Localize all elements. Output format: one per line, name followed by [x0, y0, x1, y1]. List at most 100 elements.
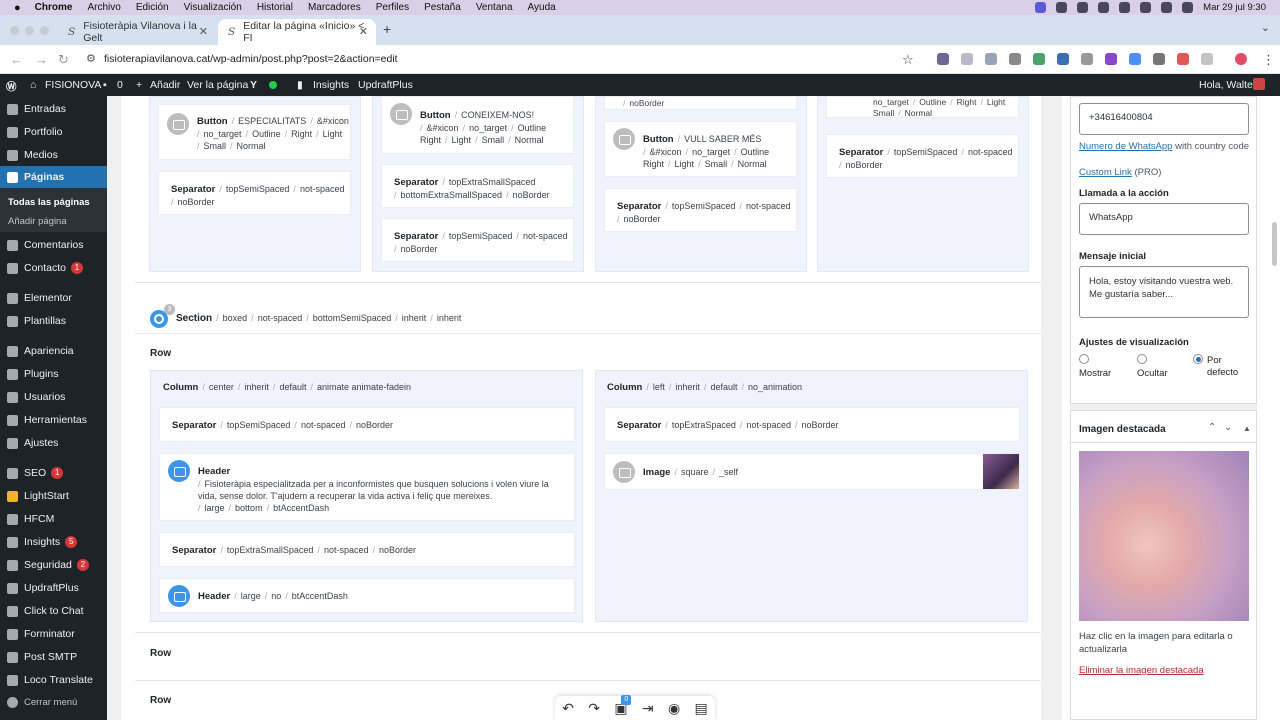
- extension-icon[interactable]: [937, 53, 949, 65]
- element-separator[interactable]: Separator / topExtraSpaced / not-spaced / noBo…: [604, 407, 1020, 442]
- radio-mostrar[interactable]: [1079, 354, 1089, 364]
- element-separator[interactable]: Separator / topSemiSpaced / not-spaced / noBo…: [158, 171, 351, 215]
- clock-icon[interactable]: [1119, 2, 1131, 13]
- extension-icon[interactable]: [1129, 53, 1141, 65]
- menu-perfiles[interactable]: Perfiles: [376, 2, 409, 13]
- element-button[interactable]: no_target / Outline / Right / Light Small / Norm…: [826, 96, 1019, 118]
- extension-icon[interactable]: [1081, 53, 1093, 65]
- greeting[interactable]: Hola, Walter: [1199, 79, 1256, 91]
- sidebar-item-plugins[interactable]: Plugins: [0, 364, 107, 384]
- back-icon[interactable]: ←: [10, 52, 23, 67]
- insights-link[interactable]: Insights: [313, 79, 349, 91]
- featured-image[interactable]: [1079, 451, 1249, 621]
- window-controls[interactable]: [10, 26, 49, 35]
- menu-visualizacion[interactable]: Visualización: [184, 2, 242, 13]
- phone-number-input[interactable]: +34616400804: [1079, 103, 1249, 135]
- element-separator[interactable]: Separator / topExtraSmallSpaced / not-spaced…: [159, 532, 575, 567]
- menu-pestana[interactable]: Pestaña: [424, 2, 461, 13]
- sidebar-item-paginas[interactable]: Páginas: [0, 166, 107, 188]
- row-label[interactable]: Row: [150, 348, 171, 359]
- extension-icon[interactable]: [1033, 53, 1045, 65]
- sidebar-item-medios[interactable]: Medios: [0, 145, 107, 165]
- preview-eye-icon[interactable]: ◉: [668, 700, 680, 717]
- seo-status-dot[interactable]: [269, 81, 277, 89]
- element-image[interactable]: Image / square / _self: [604, 453, 1020, 490]
- home-icon[interactable]: ⌂: [30, 79, 36, 91]
- sidebar-item-contacto[interactable]: Contacto 1: [0, 258, 107, 278]
- extension-icon[interactable]: [1057, 53, 1069, 65]
- add-new-link[interactable]: Añadir: [150, 79, 180, 91]
- reload-icon[interactable]: ↻: [58, 52, 69, 68]
- save-icon[interactable]: ▤: [695, 700, 708, 717]
- new-tab-icon[interactable]: +: [383, 21, 391, 37]
- chevron-down-icon[interactable]: ⌄: [1224, 422, 1232, 433]
- split-icon[interactable]: ⇥: [642, 700, 654, 717]
- sidebar-item-forminator[interactable]: Forminator: [0, 624, 107, 644]
- extension-puzzle-icon[interactable]: [1201, 53, 1213, 65]
- yoast-icon[interactable]: Y: [250, 79, 257, 91]
- bookmark-star-icon[interactable]: ☆: [902, 52, 914, 68]
- submenu-all-pages[interactable]: Todas las páginas: [8, 197, 90, 208]
- sidebar-collapse[interactable]: Cerrar menú: [0, 692, 107, 712]
- bluetooth-icon[interactable]: [1098, 2, 1110, 13]
- custom-link[interactable]: Custom Link: [1079, 167, 1132, 178]
- sidebar-item-insights[interactable]: Insights 5: [0, 532, 107, 552]
- column[interactable]: [817, 96, 1029, 272]
- tab-editor[interactable]: S Editar la página «Inicio» < FI ✕: [218, 19, 376, 45]
- comments-count[interactable]: 0: [117, 79, 123, 91]
- sidebar-item-hfcm[interactable]: HFCM: [0, 509, 107, 529]
- page-scrollbar[interactable]: [1272, 222, 1277, 266]
- menu-ayuda[interactable]: Ayuda: [528, 2, 556, 13]
- extension-icon[interactable]: [1009, 53, 1021, 65]
- status-icon[interactable]: [1056, 2, 1068, 13]
- screen-record-icon[interactable]: [1035, 2, 1047, 13]
- sidebar-item-herramientas[interactable]: Herramientas: [0, 410, 107, 430]
- radio-ocultar[interactable]: [1137, 354, 1147, 364]
- extension-icon[interactable]: [1177, 53, 1189, 65]
- element-separator[interactable]: / noBorder: [604, 96, 797, 110]
- menu-edicion[interactable]: Edición: [136, 2, 169, 13]
- extension-icon[interactable]: [1105, 53, 1117, 65]
- tab-site[interactable]: S Fisioteràpia Vilanova i la Gelt ✕: [58, 19, 216, 45]
- extension-icon[interactable]: [961, 53, 973, 65]
- image-thumbnail[interactable]: [983, 454, 1019, 489]
- sidebar-item-loco-translate[interactable]: Loco Translate: [0, 670, 107, 690]
- clipboard-icon[interactable]: ▣ 0: [614, 694, 632, 717]
- forward-icon[interactable]: →: [35, 52, 48, 67]
- row-label[interactable]: Row: [150, 695, 171, 706]
- toggle-panel-icon[interactable]: ▲: [1243, 424, 1251, 433]
- status-icon[interactable]: [1077, 2, 1089, 13]
- sidebar-item-ajustes[interactable]: Ajustes: [0, 433, 107, 453]
- apple-icon[interactable]: ●: [14, 2, 21, 14]
- plus-icon[interactable]: +: [136, 79, 142, 91]
- sidebar-item-seo[interactable]: SEO 1: [0, 463, 107, 483]
- initial-message-textarea[interactable]: Hola, estoy visitando vuestra web. Me gu…: [1079, 266, 1249, 318]
- wordpress-logo-icon[interactable]: Ⓦ: [6, 79, 17, 94]
- sidebar-item-usuarios[interactable]: Usuarios: [0, 387, 107, 407]
- insights-icon[interactable]: ▮: [297, 79, 303, 91]
- element-separator[interactable]: Separator / topSemiSpaced / not-spaced / noBo…: [826, 134, 1019, 178]
- submenu-add-page[interactable]: Añadir página: [8, 216, 67, 227]
- sidebar-item-comentarios[interactable]: Comentarios: [0, 235, 107, 255]
- element-separator[interactable]: Separator / topExtraSmallSpaced / bottomExt…: [381, 164, 574, 208]
- row-label[interactable]: Row: [150, 648, 171, 659]
- menu-historial[interactable]: Historial: [257, 2, 293, 13]
- menu-marcadores[interactable]: Marcadores: [308, 2, 361, 13]
- section-header[interactable]: Section / boxed / not-spaced / bottomSemiSpace…: [176, 313, 461, 324]
- element-button[interactable]: Button / VULL SABER MÉS / &#xicon / no_target…: [604, 121, 797, 177]
- extension-icon[interactable]: [985, 53, 997, 65]
- menu-archivo[interactable]: Archivo: [87, 2, 120, 13]
- sidebar-item-apariencia[interactable]: Apariencia: [0, 341, 107, 361]
- column-header[interactable]: Column / center / inherit / default / animate an…: [163, 382, 411, 393]
- sidebar-item-portfolio[interactable]: Portfolio: [0, 122, 107, 142]
- comment-icon[interactable]: ▪: [103, 79, 107, 91]
- updraftplus-link[interactable]: UpdraftPlus: [358, 79, 413, 91]
- element-button[interactable]: Button / ESPECIALITATS / &#xicon / no_target /…: [158, 104, 351, 160]
- element-separator[interactable]: Separator / topSemiSpaced / not-spaced / noBo…: [604, 188, 797, 232]
- sidebar-item-post-smtp[interactable]: Post SMTP: [0, 647, 107, 667]
- sidebar-item-click-to-chat[interactable]: Click to Chat: [0, 601, 107, 621]
- whatsapp-number-link[interactable]: Numero de WhatsApp: [1079, 141, 1172, 152]
- remove-featured-image-link[interactable]: Eliminar la imagen destacada: [1079, 665, 1204, 676]
- undo-icon[interactable]: ↶: [562, 700, 574, 717]
- sidebar-item-updraftplus[interactable]: UpdraftPlus: [0, 578, 107, 598]
